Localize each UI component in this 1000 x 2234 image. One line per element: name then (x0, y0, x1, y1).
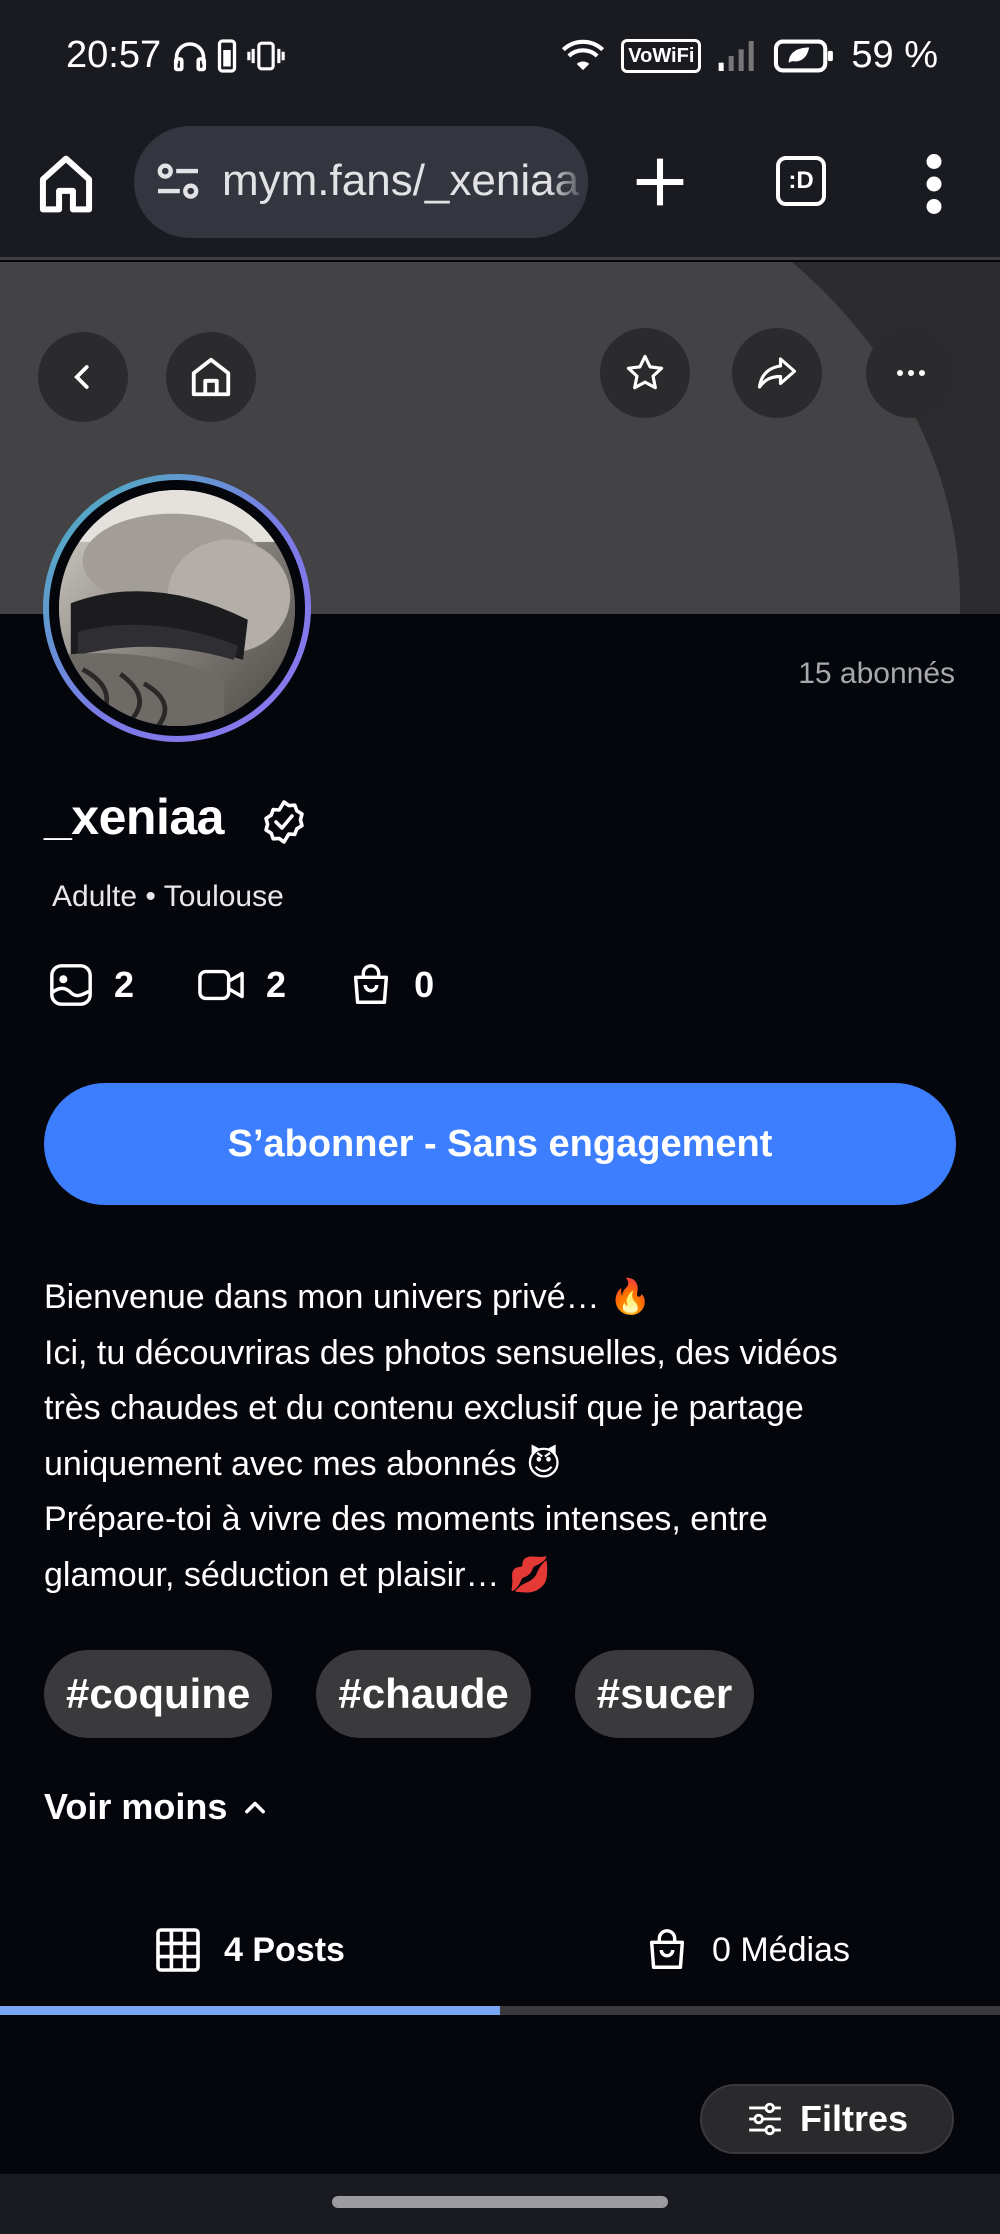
hashtag-chip[interactable]: #coquine (44, 1650, 273, 1738)
products-count: 0 (414, 964, 435, 1005)
headphones-icon (173, 42, 207, 72)
sliders-icon (749, 2102, 781, 2136)
more-options-button[interactable] (866, 328, 956, 418)
products-stat: 0 (348, 962, 434, 1008)
battery-saver-icon (774, 39, 834, 72)
url-text[interactable]: mym.fans/_xeniaa (222, 156, 579, 206)
filter-button[interactable]: Filtres (700, 2084, 954, 2154)
videos-count: 2 (266, 964, 287, 1005)
content-tabs: 4 Posts 0 Médias (0, 1900, 1000, 2008)
site-settings-icon[interactable] (156, 162, 200, 202)
show-less-toggle[interactable]: Voir moins (44, 1786, 269, 1828)
hashtag-list: #coquine #chaude #sucer (44, 1650, 755, 1738)
signal-icon (719, 40, 755, 71)
show-less-label: Voir moins (44, 1786, 228, 1827)
wifi-icon (562, 39, 605, 70)
battery-percentage: 59 % (851, 34, 938, 76)
bio-line: très chaudes et du contenu exclusif que … (44, 1389, 804, 1427)
profile-username: _xeniaa (44, 789, 224, 845)
bio-line: uniquement avec mes abonnés 😈 (44, 1444, 562, 1483)
bio-line: Bienvenue dans mon univers privé… 🔥 (44, 1278, 652, 1316)
tab-media-label: 0 Médias (712, 1930, 850, 1969)
avatar[interactable] (43, 474, 311, 742)
photos-stat: 2 (48, 962, 134, 1008)
subscribers-count: 15 abonnés (798, 657, 955, 690)
avatar-photo (59, 490, 295, 726)
bio-line: Ici, tu découvriras des photos sensuelle… (44, 1333, 838, 1372)
shopping-bag-icon (649, 1929, 685, 1969)
shopping-bag-icon (354, 964, 389, 1004)
video-icon (198, 969, 244, 1001)
url-bar[interactable]: mym.fans/_xeniaa (134, 126, 588, 238)
subscribe-button[interactable]: S’abonner - Sans engagement (44, 1083, 956, 1205)
system-nav-bar (0, 2174, 1000, 2234)
photo-icon (50, 964, 92, 1006)
profile-bio: Bienvenue dans mon univers privé… 🔥 Ici,… (44, 1270, 964, 1603)
status-bar: 20:57 VoWiFi 59 % (0, 0, 1000, 114)
verified-badge-icon (264, 800, 304, 844)
browser-home-icon[interactable] (38, 154, 94, 214)
more-horiz-icon (897, 370, 925, 376)
vibrate-icon (247, 41, 285, 71)
more-vert-icon[interactable] (922, 154, 946, 214)
tab-indicator-active (0, 2006, 500, 2015)
phone-battery-icon (217, 39, 237, 73)
tab-posts[interactable]: 4 Posts (154, 1900, 345, 2000)
content-stats: 2 2 0 (48, 962, 496, 1008)
photos-count: 2 (114, 964, 135, 1005)
bio-line: glamour, séduction et plaisir… 💋 (44, 1555, 552, 1594)
grid-icon (156, 1928, 200, 1972)
home-button[interactable] (166, 332, 256, 422)
tab-switcher-button[interactable]: :D (776, 156, 826, 206)
hashtag-chip[interactable]: #sucer (574, 1650, 755, 1738)
status-time: 20:57 (66, 34, 162, 76)
new-tab-icon[interactable] (632, 154, 688, 210)
filter-label: Filtres (799, 2098, 909, 2139)
chevron-left-icon (74, 365, 89, 389)
star-icon (626, 354, 664, 390)
back-button[interactable] (38, 332, 128, 422)
home-icon (191, 357, 231, 397)
tab-posts-label: 4 Posts (224, 1930, 345, 1969)
share-button[interactable] (732, 328, 822, 418)
hashtag-chip[interactable]: #chaude (316, 1650, 531, 1738)
tab-media[interactable]: 0 Médias (644, 1900, 850, 2000)
videos-stat: 2 (196, 962, 286, 1008)
bio-line: Prépare-toi à vivre des moments intenses… (44, 1500, 768, 1538)
vowifi-badge: VoWiFi (621, 38, 702, 73)
favorite-button[interactable] (600, 328, 690, 418)
chevron-up-icon (245, 1801, 266, 1814)
share-icon (757, 357, 797, 389)
profile-meta: Adulte • Toulouse (52, 880, 284, 913)
home-gesture-handle[interactable] (332, 2196, 668, 2208)
status-icons-left (172, 38, 286, 74)
status-icons-right: VoWiFi 59 % (561, 34, 938, 77)
browser-toolbar: mym.fans/_xeniaa :D (0, 114, 1000, 260)
